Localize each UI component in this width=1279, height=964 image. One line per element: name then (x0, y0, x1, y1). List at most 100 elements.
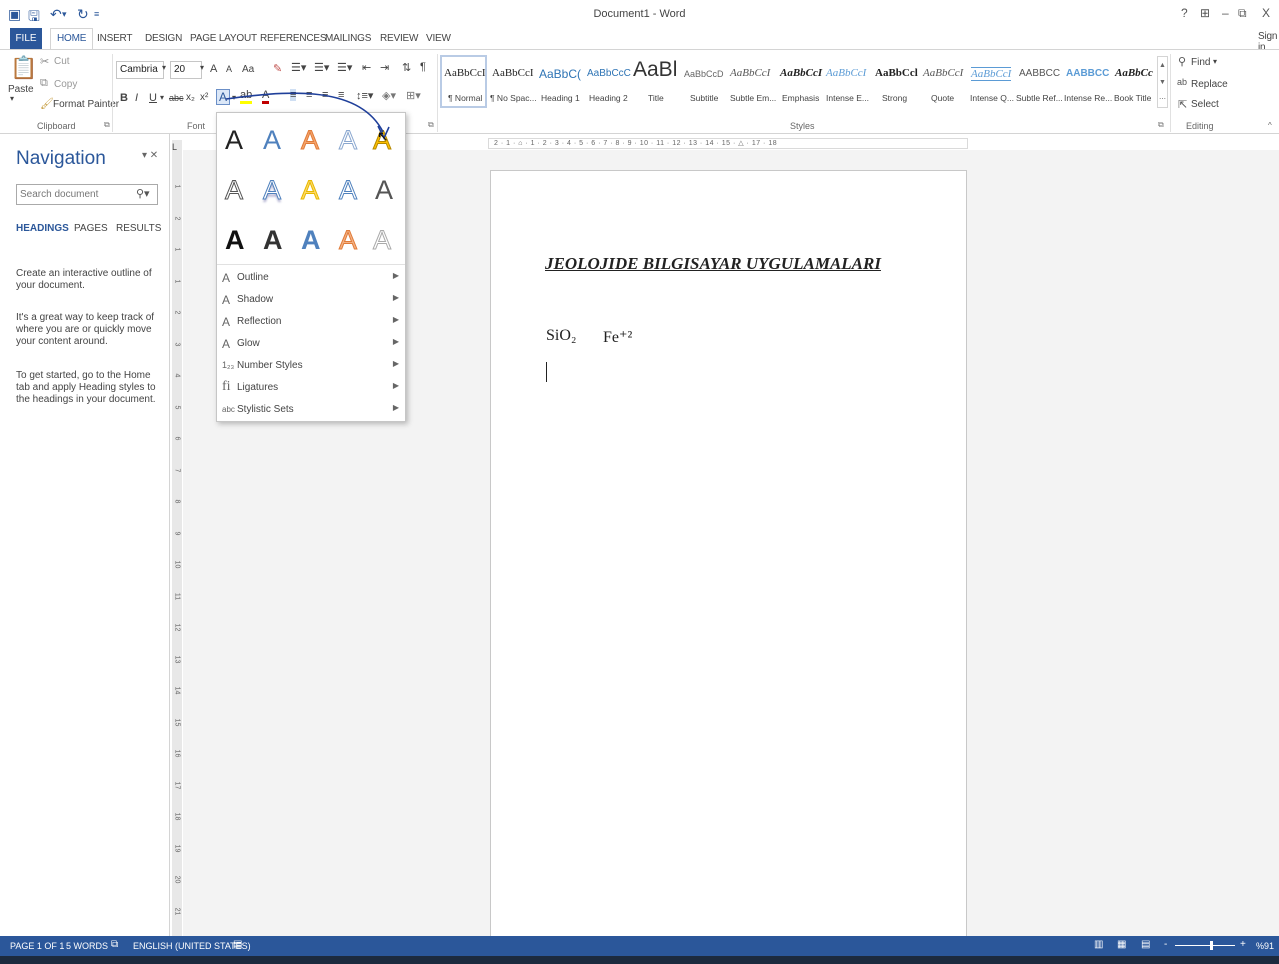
restore-button[interactable]: ⧉ (1238, 6, 1247, 21)
text-effect-outline-blue-shadow[interactable]: A (262, 175, 281, 206)
ribbon-display-options-button[interactable]: ⊞ (1200, 6, 1210, 20)
close-button[interactable]: X (1262, 6, 1270, 20)
style-intense-reference[interactable]: Intense Re... (1064, 93, 1112, 103)
subscript-button[interactable]: x₂ (186, 92, 195, 103)
style-quote[interactable]: Quote (931, 93, 954, 103)
style-preview-heading-1[interactable]: AaBbC( (539, 67, 581, 81)
show-formatting-marks-icon[interactable]: ¶ (420, 61, 426, 73)
paste-icon[interactable]: 📋 (10, 55, 37, 81)
menu-item-ligatures[interactable]: fi Ligatures ▶ (217, 377, 405, 399)
menu-item-glow[interactable]: A Glow ▶ (217, 333, 405, 355)
copy-button[interactable]: Copy (54, 79, 77, 90)
style-preview-strong[interactable]: AaBbCcl (875, 67, 918, 79)
style-preview-subtitle[interactable]: AaBbCcD (684, 69, 724, 79)
text-effect-bold-blue[interactable]: A (301, 225, 321, 256)
tab-pages[interactable]: PAGES (74, 223, 108, 234)
replace-button[interactable]: Replace (1191, 79, 1228, 90)
paragraph-launcher-icon[interactable]: ⧉ (428, 120, 434, 130)
style-strong[interactable]: Strong (882, 93, 907, 103)
proofing-icon[interactable]: ⧉ (111, 939, 118, 950)
italic-button[interactable]: I (135, 92, 138, 104)
read-mode-icon[interactable]: ▥ (1094, 939, 1103, 950)
zoom-slider[interactable] (1175, 945, 1235, 946)
tab-design[interactable]: DESIGN (145, 33, 182, 44)
clear-formatting-icon[interactable]: ✎ (273, 62, 282, 75)
style-preview-normal[interactable]: AaBbCcI (444, 67, 486, 79)
bullets-icon[interactable]: ☰▾ (291, 61, 306, 74)
style-preview-heading-2[interactable]: AaBbCcC (587, 68, 631, 79)
text-effect-outline-light[interactable]: A (372, 225, 391, 256)
tab-home[interactable]: HOME (50, 28, 94, 50)
style-subtitle[interactable]: Subtitle (690, 93, 718, 103)
text-effect-outline-gray[interactable]: A (224, 175, 243, 206)
font-name-chevron-icon[interactable]: ▾ (162, 63, 166, 72)
menu-item-outline[interactable]: A Outline ▶ (217, 267, 405, 289)
style-preview-intense-emphasis[interactable]: AaBbCcI (826, 67, 866, 79)
text-effect-orange-gradient[interactable]: A (338, 225, 357, 256)
text-effect-bold-black[interactable]: A (225, 225, 245, 256)
style-book-title[interactable]: Book Title (1114, 93, 1151, 103)
document-page[interactable] (490, 170, 967, 950)
style-preview-no-spacing[interactable]: AaBbCcI (492, 67, 534, 79)
zoom-level[interactable]: %91 (1256, 941, 1274, 951)
tab-references[interactable]: REFERENCES (260, 33, 327, 44)
superscript-button[interactable]: x² (200, 92, 208, 103)
tab-file[interactable]: FILE (10, 28, 42, 49)
minimize-button[interactable]: – (1222, 6, 1229, 20)
decrease-indent-icon[interactable]: ⇤ (362, 61, 371, 74)
font-name-dropdown[interactable]: Cambria (116, 61, 164, 79)
find-dropdown-icon[interactable]: ▾ (1213, 57, 1217, 66)
style-heading-2[interactable]: Heading 2 (589, 93, 628, 103)
numbering-icon[interactable]: ☰▾ (314, 61, 329, 74)
macro-recording-icon[interactable]: ▤ (233, 939, 242, 950)
document-text-fe[interactable]: Fe⁺² (603, 327, 632, 347)
format-painter-button[interactable]: Format Painter (53, 99, 119, 110)
cut-button[interactable]: Cut (54, 56, 70, 67)
find-button[interactable]: Find (1191, 57, 1210, 68)
web-layout-icon[interactable]: ▤ (1141, 939, 1150, 950)
style-preview-book-title[interactable]: AaBbCc (1115, 67, 1153, 79)
style-preview-intense-quote[interactable]: AaBbCcI (971, 67, 1012, 81)
change-case-button[interactable]: Aa (242, 64, 254, 75)
style-intense-emphasis[interactable]: Intense E... (826, 93, 869, 103)
style-no-spacing[interactable]: ¶ No Spac... (490, 93, 537, 103)
style-emphasis[interactable]: Emphasis (782, 93, 819, 103)
multilevel-list-icon[interactable]: ☰▾ (337, 61, 352, 74)
style-preview-subtle-emphasis[interactable]: AaBbCcI (730, 67, 770, 79)
menu-item-reflection[interactable]: A Reflection ▶ (217, 311, 405, 333)
zoom-out-icon[interactable]: - (1164, 939, 1167, 950)
style-preview-title[interactable]: AaBl (633, 58, 677, 82)
style-preview-quote[interactable]: AaBbCcI (923, 67, 963, 79)
style-preview-subtle-reference[interactable]: AABBCC (1019, 68, 1060, 79)
increase-indent-icon[interactable]: ⇥ (380, 61, 389, 74)
document-heading[interactable]: JEOLOJIDE BILGISAYAR UYGULAMALARI (545, 254, 881, 274)
borders-icon[interactable]: ⊞▾ (406, 89, 421, 102)
select-button[interactable]: Select (1191, 99, 1219, 110)
tab-selector-icon[interactable]: L (172, 142, 177, 152)
font-size-chevron-icon[interactable]: ▾ (200, 63, 204, 72)
style-intense-quote[interactable]: Intense Q... (970, 93, 1014, 103)
tab-review[interactable]: REVIEW (380, 33, 418, 44)
shrink-font-button[interactable]: A (226, 64, 232, 74)
zoom-in-icon[interactable]: + (1240, 939, 1246, 950)
word-count[interactable]: 5 WORDS (66, 941, 108, 951)
underline-dropdown-icon[interactable]: ▾ (160, 93, 164, 102)
tab-page-layout[interactable]: PAGE LAYOUT (190, 33, 257, 44)
styles-launcher-icon[interactable]: ⧉ (1158, 120, 1164, 130)
text-effect-fill-gray[interactable]: A (375, 175, 393, 206)
style-preview-intense-reference[interactable]: AABBCC (1066, 68, 1109, 79)
font-size-dropdown[interactable]: 20 (170, 61, 202, 79)
nav-options-icon[interactable]: ▾ ✕ (142, 150, 158, 161)
menu-item-number-styles[interactable]: 1₂₃ Number Styles ▶ (217, 355, 405, 377)
underline-button[interactable]: U (149, 92, 157, 104)
style-title[interactable]: Title (648, 93, 664, 103)
bold-button[interactable]: B (120, 92, 128, 104)
clipboard-launcher-icon[interactable]: ⧉ (104, 120, 110, 130)
style-heading-1[interactable]: Heading 1 (541, 93, 580, 103)
print-layout-icon[interactable]: ▦ (1117, 939, 1126, 950)
tab-view[interactable]: VIEW (426, 33, 451, 44)
tab-results[interactable]: RESULTS (116, 223, 161, 234)
document-text-sio2[interactable]: SiO₂ (546, 327, 576, 345)
tab-mailings[interactable]: MAILINGS (325, 33, 371, 44)
sort-icon[interactable]: ⇅ (402, 61, 411, 74)
